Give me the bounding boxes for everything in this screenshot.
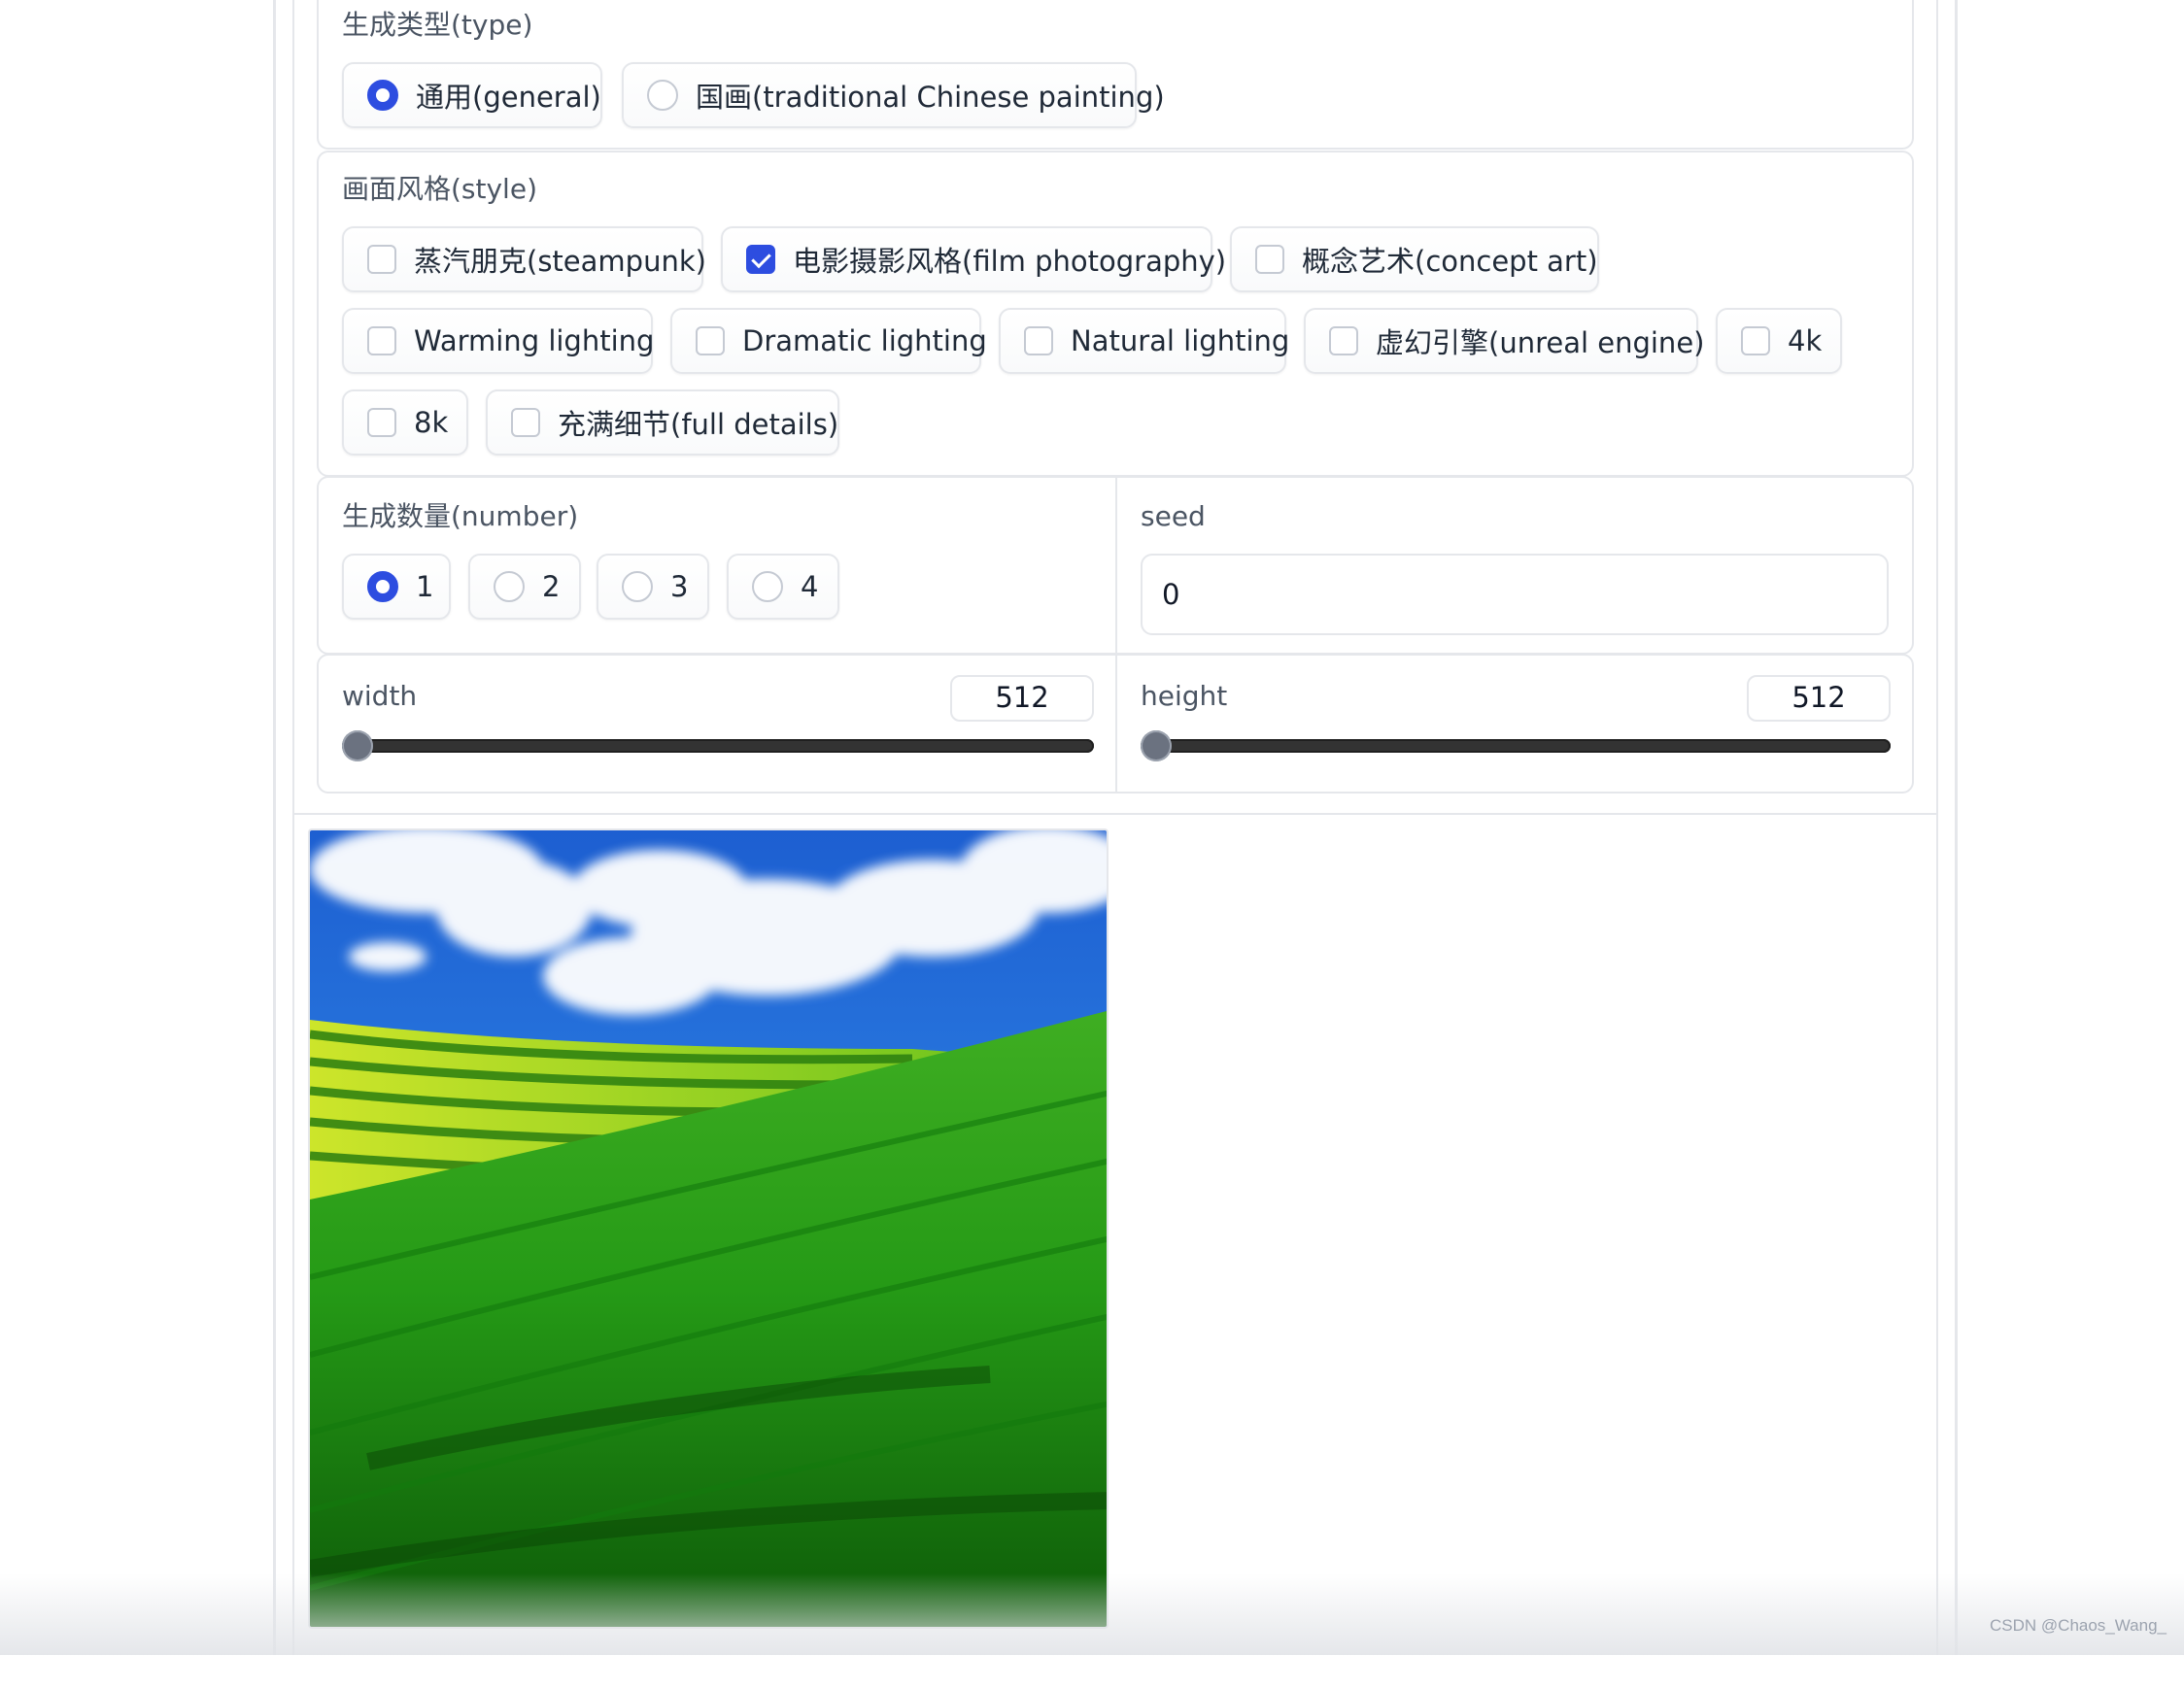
- checkbox-film-photography[interactable]: [746, 245, 775, 274]
- style-option-concept-art[interactable]: 概念艺术(concept art): [1230, 226, 1599, 292]
- number-group: 生成数量(number) 1 2 3 4: [319, 478, 1117, 653]
- width-slider-thumb[interactable]: [342, 730, 373, 761]
- height-slider-thumb[interactable]: [1141, 730, 1172, 761]
- number-option-3[interactable]: 3: [597, 554, 709, 620]
- height-label: height: [1141, 680, 1228, 712]
- page-left-border: [273, 0, 276, 1655]
- style-option-warming-lighting[interactable]: Warming lighting: [342, 308, 655, 374]
- number-group-label: 生成数量(number): [342, 500, 579, 532]
- type-group: 生成类型(type) 通用(general) 国画(traditional Ch…: [317, 0, 1914, 150]
- number-option-label: 1: [416, 570, 434, 603]
- style-option-label: 蒸汽朋克(steampunk): [414, 245, 706, 278]
- number-option-2[interactable]: 2: [468, 554, 581, 620]
- style-option-4k[interactable]: 4k: [1716, 308, 1842, 374]
- radio-traditional[interactable]: [647, 80, 678, 111]
- style-option-unreal-engine[interactable]: 虚幻引擎(unreal engine): [1304, 308, 1704, 374]
- bottom-fade: [0, 1573, 2184, 1655]
- number-seed-row: 生成数量(number) 1 2 3 4 seed: [317, 476, 1914, 655]
- checkbox-dramatic-lighting[interactable]: [696, 326, 725, 355]
- style-option-label: 概念艺术(concept art): [1302, 245, 1598, 278]
- height-slider-track[interactable]: [1141, 739, 1891, 753]
- type-option-general[interactable]: 通用(general): [342, 62, 602, 128]
- number-option-4[interactable]: 4: [727, 554, 839, 620]
- width-label: width: [342, 680, 418, 712]
- type-option-traditional[interactable]: 国画(traditional Chinese painting): [622, 62, 1165, 128]
- style-option-steampunk[interactable]: 蒸汽朋克(steampunk): [342, 226, 706, 292]
- checkbox-steampunk[interactable]: [367, 245, 396, 274]
- radio-number-3[interactable]: [622, 571, 653, 602]
- seed-group: seed: [1117, 478, 1912, 653]
- height-value-input[interactable]: 512: [1747, 675, 1891, 722]
- style-option-dramatic-lighting[interactable]: Dramatic lighting: [670, 308, 987, 374]
- style-option-label: 充满细节(full details): [558, 408, 839, 441]
- style-option-label: 4k: [1788, 324, 1823, 357]
- width-group: width 512: [319, 656, 1117, 792]
- width-value-input[interactable]: 512: [950, 675, 1094, 722]
- checkbox-unreal-engine[interactable]: [1329, 326, 1358, 355]
- radio-number-4[interactable]: [752, 571, 783, 602]
- seed-label: seed: [1141, 500, 1206, 532]
- style-option-film-photography[interactable]: 电影摄影风格(film photography): [721, 226, 1226, 292]
- radio-number-1[interactable]: [367, 571, 398, 602]
- height-group: height 512: [1117, 656, 1912, 792]
- size-row: width 512 height 512: [317, 654, 1914, 794]
- style-option-label: 电影摄影风格(film photography): [793, 245, 1227, 278]
- type-group-label: 生成类型(type): [342, 9, 533, 41]
- style-group: 画面风格(style) 蒸汽朋克(steampunk) 电影摄影风格(film …: [317, 151, 1914, 477]
- checkbox-4k[interactable]: [1741, 326, 1770, 355]
- checkbox-8k[interactable]: [367, 408, 396, 437]
- width-slider-track[interactable]: [342, 739, 1094, 753]
- landscape-image: [310, 830, 1107, 1627]
- radio-general[interactable]: [367, 80, 398, 111]
- number-option-label: 3: [670, 570, 689, 603]
- number-option-label: 2: [542, 570, 561, 603]
- style-option-label: 8k: [414, 406, 449, 439]
- watermark-text: CSDN @Chaos_Wang_: [1990, 1616, 2167, 1635]
- checkbox-concept-art[interactable]: [1255, 245, 1284, 274]
- style-option-label: Natural lighting: [1071, 324, 1290, 357]
- style-option-full-details[interactable]: 充满细节(full details): [486, 389, 839, 456]
- style-option-natural-lighting[interactable]: Natural lighting: [999, 308, 1290, 374]
- style-option-label: Dramatic lighting: [742, 324, 987, 357]
- style-group-label: 画面风格(style): [342, 173, 537, 205]
- type-option-label: 国画(traditional Chinese painting): [696, 81, 1165, 114]
- checkbox-warming-lighting[interactable]: [367, 326, 396, 355]
- generated-image[interactable]: [308, 828, 1109, 1629]
- number-option-1[interactable]: 1: [342, 554, 451, 620]
- radio-number-2[interactable]: [494, 571, 525, 602]
- style-option-8k[interactable]: 8k: [342, 389, 468, 456]
- style-option-label: 虚幻引擎(unreal engine): [1376, 326, 1705, 359]
- seed-input[interactable]: [1141, 554, 1889, 635]
- checkbox-full-details[interactable]: [511, 408, 540, 437]
- number-option-label: 4: [801, 570, 819, 603]
- style-option-label: Warming lighting: [414, 324, 655, 357]
- page-right-border: [1955, 0, 1958, 1655]
- type-option-label: 通用(general): [416, 81, 601, 114]
- checkbox-natural-lighting[interactable]: [1024, 326, 1053, 355]
